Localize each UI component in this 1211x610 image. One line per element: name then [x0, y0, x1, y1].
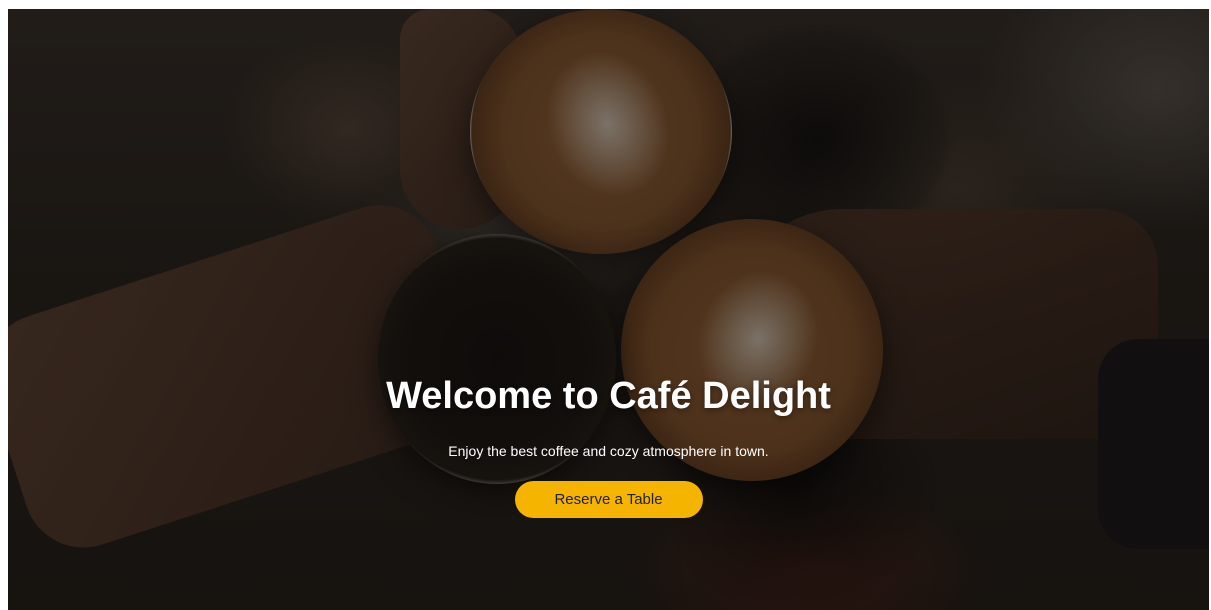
page: Welcome to Café Delight Enjoy the best c…: [0, 0, 1211, 610]
hero-subtitle: Enjoy the best coffee and cozy atmospher…: [448, 443, 769, 459]
hero-section: Welcome to Café Delight Enjoy the best c…: [8, 9, 1209, 610]
reserve-table-button[interactable]: Reserve a Table: [514, 481, 703, 518]
hero-content: Welcome to Café Delight Enjoy the best c…: [8, 9, 1209, 610]
hero-title: Welcome to Café Delight: [386, 375, 831, 417]
